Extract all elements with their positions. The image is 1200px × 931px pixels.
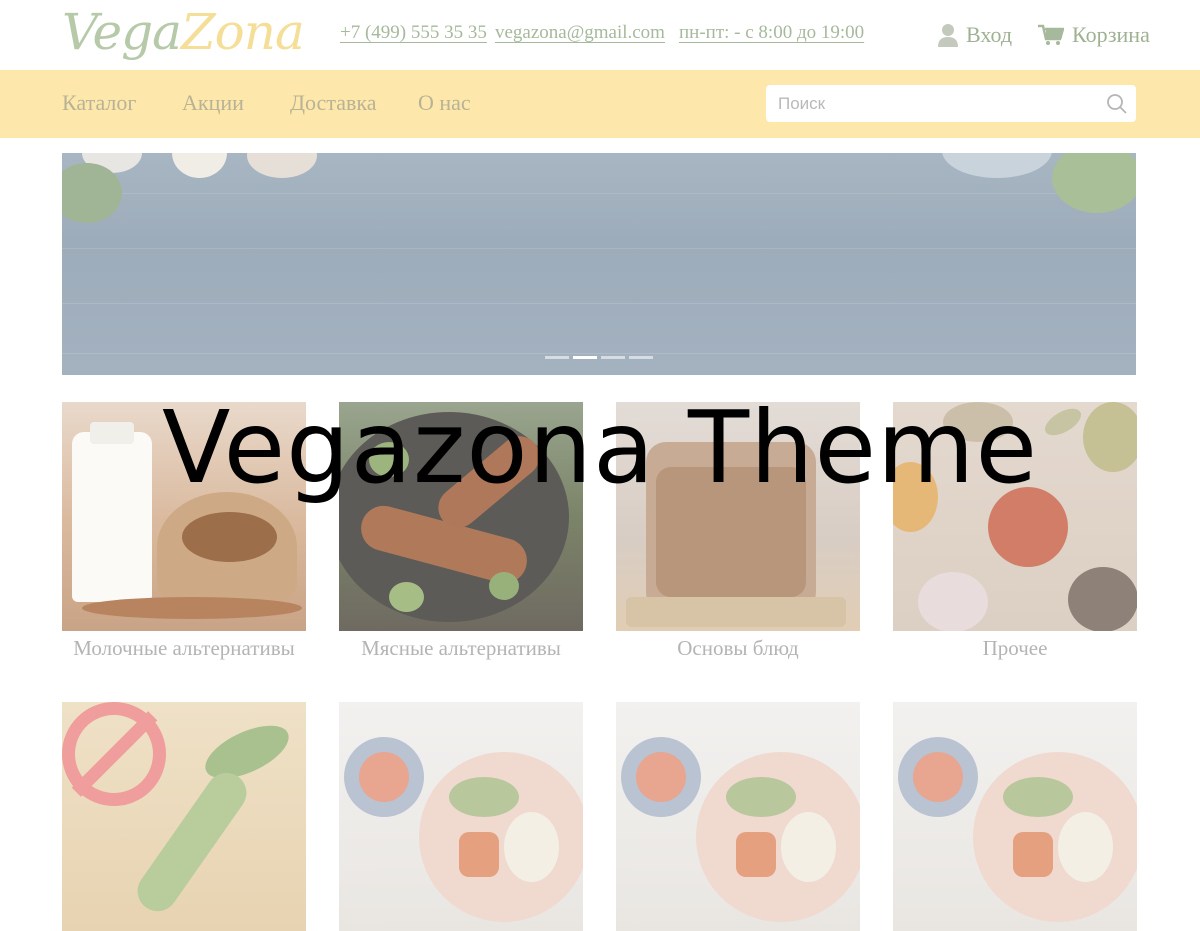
category-image [62,702,306,931]
login-link[interactable]: Вход [938,22,1012,48]
category-image [339,702,583,931]
category-label: Основы блюд [677,636,799,660]
logo-part-vega: Vega [62,3,182,61]
working-hours-link[interactable]: пн-пт: - с 8:00 до 19:00 [679,22,864,44]
hero-banner[interactable] [62,153,1136,375]
login-label: Вход [966,22,1013,47]
search-input[interactable] [766,85,1096,122]
email-link[interactable]: vegazona@gmail.com [495,22,665,44]
category-label: Молочные альтернативы [73,636,295,660]
nav-item-promotions[interactable]: Акции [182,90,244,116]
category-image [893,702,1137,931]
category-label: Прочее [982,636,1048,660]
category-label: Мясные альтернативы [361,636,561,660]
banner-pagination [545,356,653,359]
category-image [616,402,860,631]
nav-item-about[interactable]: О нас [418,90,471,116]
category-image [62,402,306,631]
nav-item-delivery[interactable]: Доставка [290,90,376,116]
site-header: VegaZona +7 (499) 555 35 35 vegazona@gma… [0,0,1200,70]
cart-link[interactable]: Корзина [1038,22,1150,48]
banner-dot-4[interactable] [629,356,653,359]
logo[interactable]: VegaZona [62,2,305,62]
main-nav: Каталог Акции Доставка О нас [0,70,1200,138]
logo-part-zona: Zona [180,3,305,61]
phone-link[interactable]: +7 (499) 555 35 35 [340,22,487,44]
category-image [893,402,1137,631]
user-icon [938,23,958,47]
banner-dot-2[interactable] [573,356,597,359]
category-image [616,702,860,931]
banner-dot-3[interactable] [601,356,625,359]
search-icon[interactable] [1106,93,1128,120]
nav-item-catalog[interactable]: Каталог [62,90,136,116]
banner-dot-1[interactable] [545,356,569,359]
category-image [339,402,583,631]
cart-label: Корзина [1072,22,1150,47]
cart-icon [1038,24,1064,46]
search-box [766,85,1136,122]
